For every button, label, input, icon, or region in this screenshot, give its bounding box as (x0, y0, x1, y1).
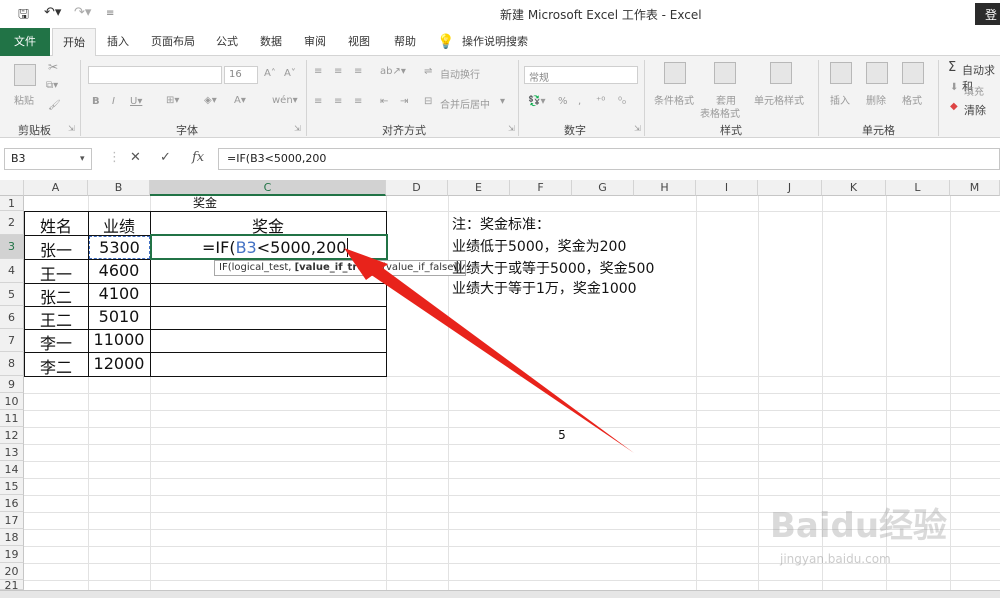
paste-icon[interactable] (14, 64, 36, 86)
autosum-icon[interactable]: Σ (948, 60, 956, 75)
bold-icon[interactable]: B (92, 96, 100, 107)
font-size-combo[interactable]: 16 (224, 66, 258, 84)
watermark-url: jingyan.baidu.com (780, 552, 891, 566)
format-as-table-icon[interactable] (714, 62, 736, 84)
window-title: 新建 Microsoft Excel 工作表 - Excel (500, 8, 702, 22)
ribbon-home: 粘贴 ✂ ⧉▾ 🖌 剪贴板 ⇲ 16 A˄ A˅ B I U▾ ⊞▾ ◈▾ A▾… (0, 56, 1000, 138)
redo-icon[interactable]: ↷▾ (74, 5, 91, 20)
decrease-font-icon[interactable]: A˅ (284, 68, 296, 79)
italic-icon[interactable]: I (112, 96, 115, 107)
sheet-tab-bar (0, 590, 1000, 598)
merge-center-button[interactable]: 合并后居中 (440, 96, 490, 111)
underline-icon[interactable]: U▾ (130, 96, 142, 107)
clear-button[interactable]: 清除 (964, 102, 986, 118)
tab-page-layout[interactable]: 页面布局 (144, 28, 202, 56)
number-group-label: 数字 (564, 124, 586, 137)
fill-icon[interactable]: ⬇ (950, 82, 958, 93)
tab-insert[interactable]: 插入 (100, 28, 136, 56)
cut-icon[interactable]: ✂ (48, 60, 58, 74)
align-right-icon[interactable]: ≡ (354, 96, 362, 107)
tab-home[interactable]: 开始 (52, 28, 96, 57)
insert-cells-icon[interactable] (830, 62, 852, 84)
formula-bar-grip-icon: ⋮ (108, 150, 121, 165)
align-middle-icon[interactable]: ≡ (334, 66, 342, 77)
delete-cells-icon[interactable] (866, 62, 888, 84)
phonetic-icon[interactable]: wén▾ (272, 95, 298, 106)
conditional-format-button[interactable]: 条件格式 (654, 92, 694, 107)
accounting-icon[interactable]: 💱▾ (528, 96, 545, 107)
tab-help[interactable]: 帮助 (386, 28, 424, 56)
increase-decimal-icon[interactable]: ⁺⁰ (596, 96, 605, 107)
increase-indent-icon[interactable]: ⇥ (400, 96, 408, 107)
wrap-text-button[interactable]: 自动换行 (440, 66, 480, 81)
undo-icon[interactable]: ↶▾ (44, 5, 61, 20)
font-color-icon[interactable]: A▾ (234, 95, 246, 106)
customize-toolbar-icon[interactable]: ≡ (106, 8, 114, 19)
font-group-label: 字体 (176, 124, 198, 137)
copy-icon[interactable]: ⧉▾ (46, 80, 58, 91)
align-bottom-icon[interactable]: ≡ (354, 66, 362, 77)
name-box[interactable]: B3 (4, 148, 92, 170)
tell-me-search[interactable]: 操作说明搜索 (458, 28, 532, 56)
conditional-format-icon[interactable] (664, 62, 686, 84)
cell-styles-icon[interactable] (770, 62, 792, 84)
borders-icon[interactable]: ⊞▾ (166, 95, 179, 106)
ribbon-tabs: 文件 开始 插入 页面布局 公式 数据 审阅 视图 帮助 💡 操作说明搜索 (0, 28, 1000, 57)
orientation-icon[interactable]: ab↗▾ (380, 66, 406, 77)
tab-data[interactable]: 数据 (252, 28, 290, 56)
lightbulb-icon: 💡 (437, 34, 455, 50)
format-painter-icon[interactable]: 🖌 (48, 100, 61, 111)
cancel-icon[interactable]: ✕ (130, 150, 141, 165)
percent-icon[interactable]: % (558, 96, 568, 107)
align-center-icon[interactable]: ≡ (334, 96, 342, 107)
formula-input[interactable]: =IF(B3<5000,200 (218, 148, 1000, 170)
alignment-group-label: 对齐方式 (382, 124, 426, 137)
login-button[interactable]: 登 (975, 3, 1000, 25)
insert-function-icon[interactable]: fx (192, 150, 204, 165)
merge-center-icon[interactable]: ⊟ (424, 96, 432, 107)
format-cells-button[interactable]: 格式 (902, 92, 922, 107)
number-format-combo[interactable]: 常规 (524, 66, 638, 84)
clipboard-launcher-icon[interactable]: ⇲ (68, 124, 75, 133)
fill-color-icon[interactable]: ◈▾ (204, 95, 217, 106)
format-as-table-button-line2[interactable]: 表格格式 (700, 105, 740, 120)
format-cells-icon[interactable] (902, 62, 924, 84)
tab-view[interactable]: 视图 (340, 28, 378, 56)
name-box-dropdown-icon[interactable]: ▾ (80, 154, 85, 164)
cells-group-label: 单元格 (862, 124, 895, 137)
font-name-combo[interactable] (88, 66, 222, 84)
enter-icon[interactable]: ✓ (160, 150, 171, 165)
worksheet-grid[interactable]: A B C D E F G H I J K L M 1 2 3 4 5 6 7 … (0, 180, 1000, 590)
tab-formulas[interactable]: 公式 (208, 28, 246, 56)
comma-icon[interactable]: , (578, 96, 581, 107)
increase-font-icon[interactable]: A˄ (264, 68, 276, 79)
paste-button[interactable]: 粘贴 (14, 92, 34, 107)
alignment-launcher-icon[interactable]: ⇲ (508, 124, 515, 133)
formula-bar: B3 ▾ ⋮ ✕ ✓ fx =IF(B3<5000,200 (0, 138, 1000, 178)
number-launcher-icon[interactable]: ⇲ (634, 124, 641, 133)
styles-group-label: 样式 (720, 124, 742, 137)
save-icon[interactable]: 🖫 (18, 5, 29, 27)
align-left-icon[interactable]: ≡ (314, 96, 322, 107)
watermark-logo: Baidu经验 (770, 506, 948, 546)
font-launcher-icon[interactable]: ⇲ (294, 124, 301, 133)
title-bar: 🖫 ↶▾ ↷▾ ≡ 新建 Microsoft Excel 工作表 - Excel… (0, 0, 1000, 28)
clipboard-group-label: 剪贴板 (18, 124, 51, 137)
wrap-text-icon[interactable]: ⇌ (424, 66, 432, 77)
clear-icon[interactable]: ◆ (950, 101, 958, 112)
decrease-indent-icon[interactable]: ⇤ (380, 96, 388, 107)
fill-button[interactable]: 填充 (964, 83, 984, 98)
decrease-decimal-icon[interactable]: ⁰₀ (618, 96, 626, 107)
tab-review[interactable]: 审阅 (296, 28, 334, 56)
merge-dropdown-icon[interactable]: ▾ (500, 96, 505, 107)
insert-cells-button[interactable]: 插入 (830, 92, 850, 107)
cell-styles-button[interactable]: 单元格样式 (754, 92, 804, 107)
align-top-icon[interactable]: ≡ (314, 66, 322, 77)
delete-cells-button[interactable]: 删除 (866, 92, 886, 107)
tab-file[interactable]: 文件 (0, 28, 50, 56)
